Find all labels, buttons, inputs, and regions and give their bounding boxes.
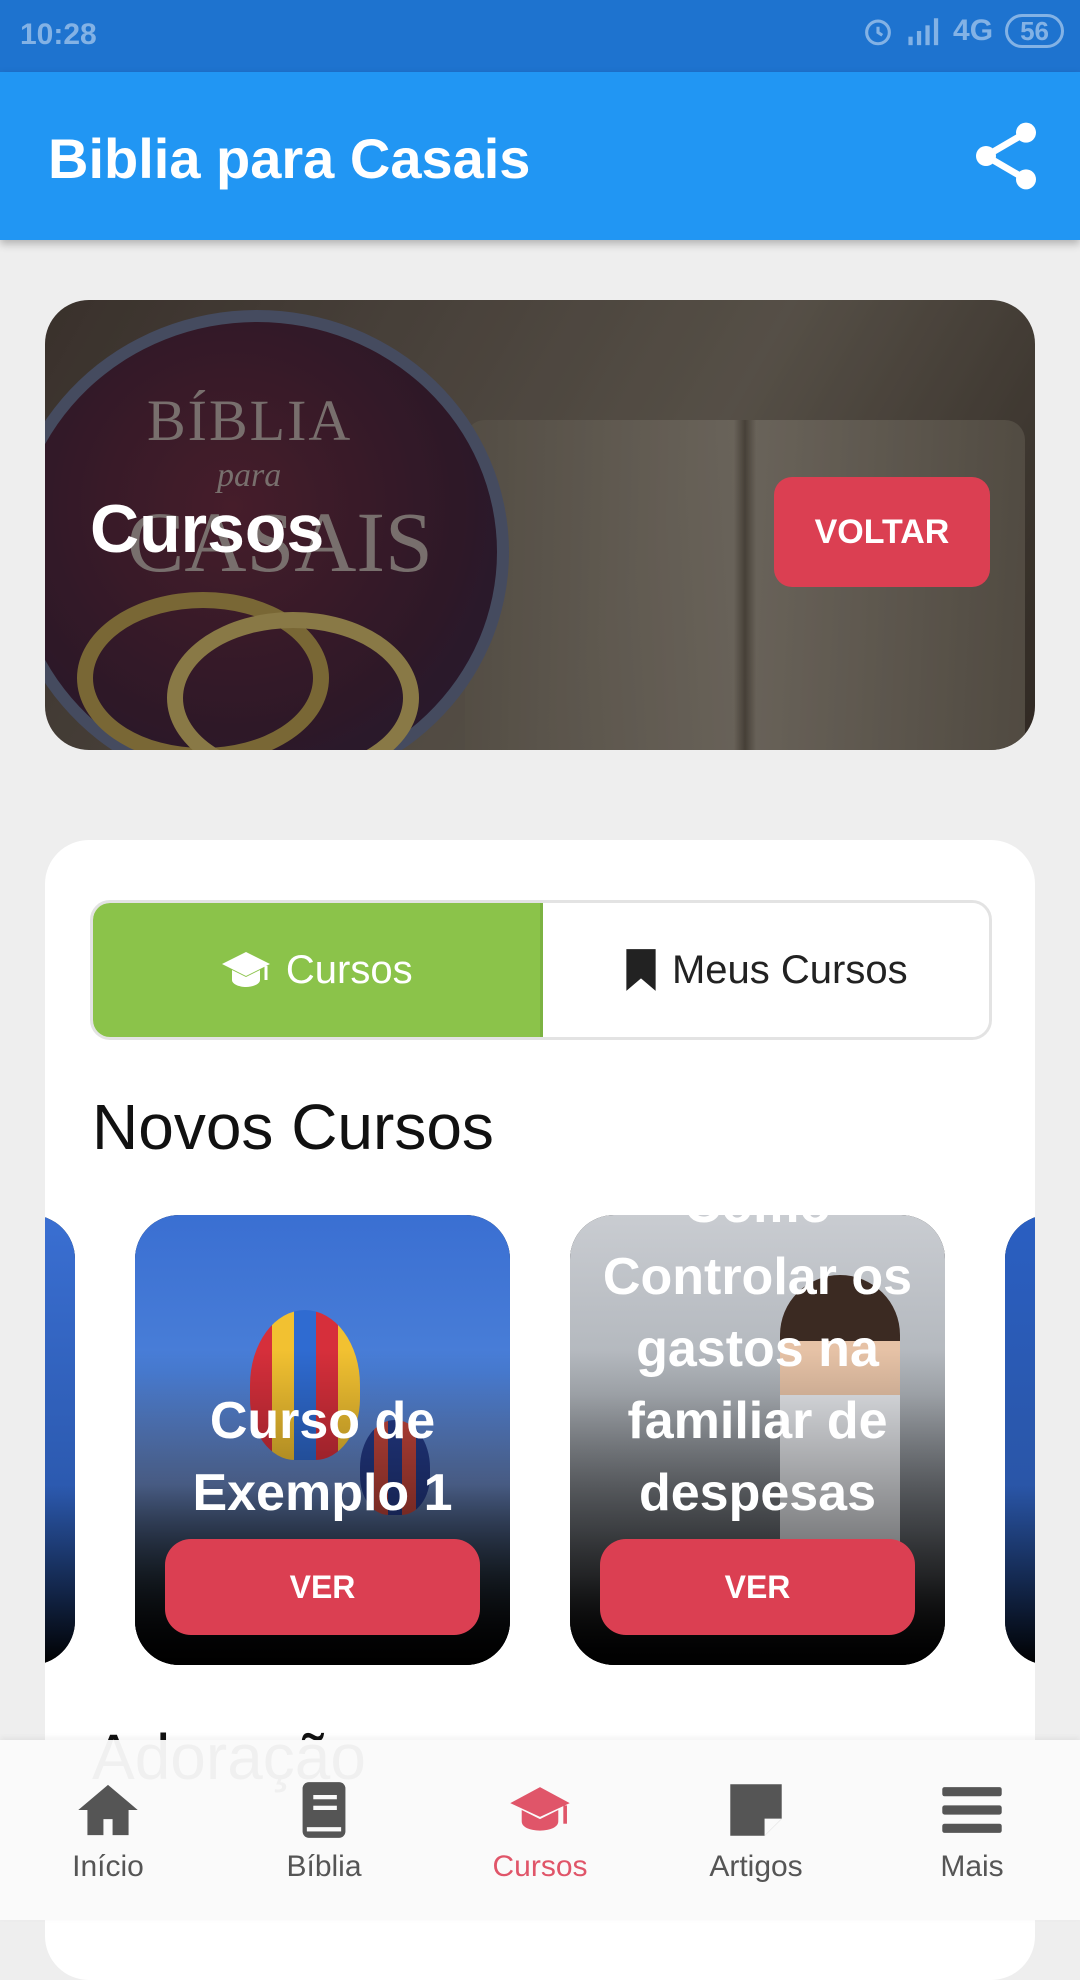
course-card[interactable]: Como Controlar os gastos na familiar de … [570, 1215, 945, 1665]
status-bar: 10:28 4G 56 [0, 0, 1080, 72]
bookmark-icon [626, 949, 656, 991]
note-icon [730, 1784, 782, 1836]
course-card[interactable] [1005, 1215, 1035, 1665]
nav-label: Bíblia [286, 1850, 362, 1883]
nav-label: Mais [940, 1850, 1004, 1883]
course-title: Curso de Exemplo 1 [192, 1392, 453, 1522]
nav-item-artigos[interactable]: Artigos [648, 1740, 864, 1920]
graduation-cap-icon [510, 1787, 570, 1831]
graduation-cap-icon [221, 952, 270, 987]
tab-label: Meus Cursos [671, 947, 908, 992]
nav-label: Artigos [709, 1850, 803, 1883]
view-course-button[interactable]: VER [165, 1539, 480, 1635]
course-image [45, 1215, 75, 1665]
section-title: Novos Cursos [92, 1091, 494, 1163]
status-time: 10:28 [20, 18, 97, 51]
app-title: Biblia para Casais [48, 127, 531, 190]
hero-title: Cursos [90, 491, 325, 567]
app-bar: Biblia para Casais [0, 72, 1080, 240]
signal-icon [908, 18, 939, 46]
nav-label: Início [72, 1850, 144, 1883]
alarm-icon [865, 19, 891, 46]
status-icons: 4G 56 [861, 14, 1064, 48]
share-icon[interactable] [966, 116, 1046, 196]
back-button[interactable]: VOLTAR [774, 477, 990, 587]
tab-meus-cursos[interactable]: Meus Cursos [542, 903, 989, 1037]
course-card[interactable] [45, 1215, 75, 1665]
course-card[interactable]: Curso de Exemplo 1 VER [135, 1215, 510, 1665]
tab-label: Cursos [285, 947, 413, 992]
network-type: 4G [953, 14, 994, 47]
courses-carousel[interactable]: Curso de Exemplo 1 VER Como Controlar os… [45, 1215, 1035, 1665]
tab-cursos[interactable]: Cursos [93, 903, 543, 1037]
course-tabs: Cursos Meus Cursos [90, 900, 992, 1040]
hero-banner: BÍBLIA para CASAIS Cursos VOLTAR [45, 300, 1035, 750]
book-icon [302, 1782, 346, 1838]
view-course-button[interactable]: VER [600, 1539, 915, 1635]
course-title: Como Controlar os gastos na familiar de … [602, 1215, 913, 1522]
menu-icon [942, 1787, 1002, 1833]
nav-label: Cursos [492, 1850, 588, 1883]
home-icon [78, 1784, 138, 1836]
nav-item-biblia[interactable]: Bíblia [216, 1740, 432, 1920]
course-image [1005, 1215, 1035, 1665]
nav-item-mais[interactable]: Mais [864, 1740, 1080, 1920]
nav-item-cursos[interactable]: Cursos [432, 1740, 648, 1920]
battery-indicator: 56 [1005, 14, 1064, 48]
nav-item-inicio[interactable]: Início [0, 1740, 216, 1920]
bottom-navigation: Início Bíblia Cursos Artigos Mais [0, 1740, 1080, 1920]
